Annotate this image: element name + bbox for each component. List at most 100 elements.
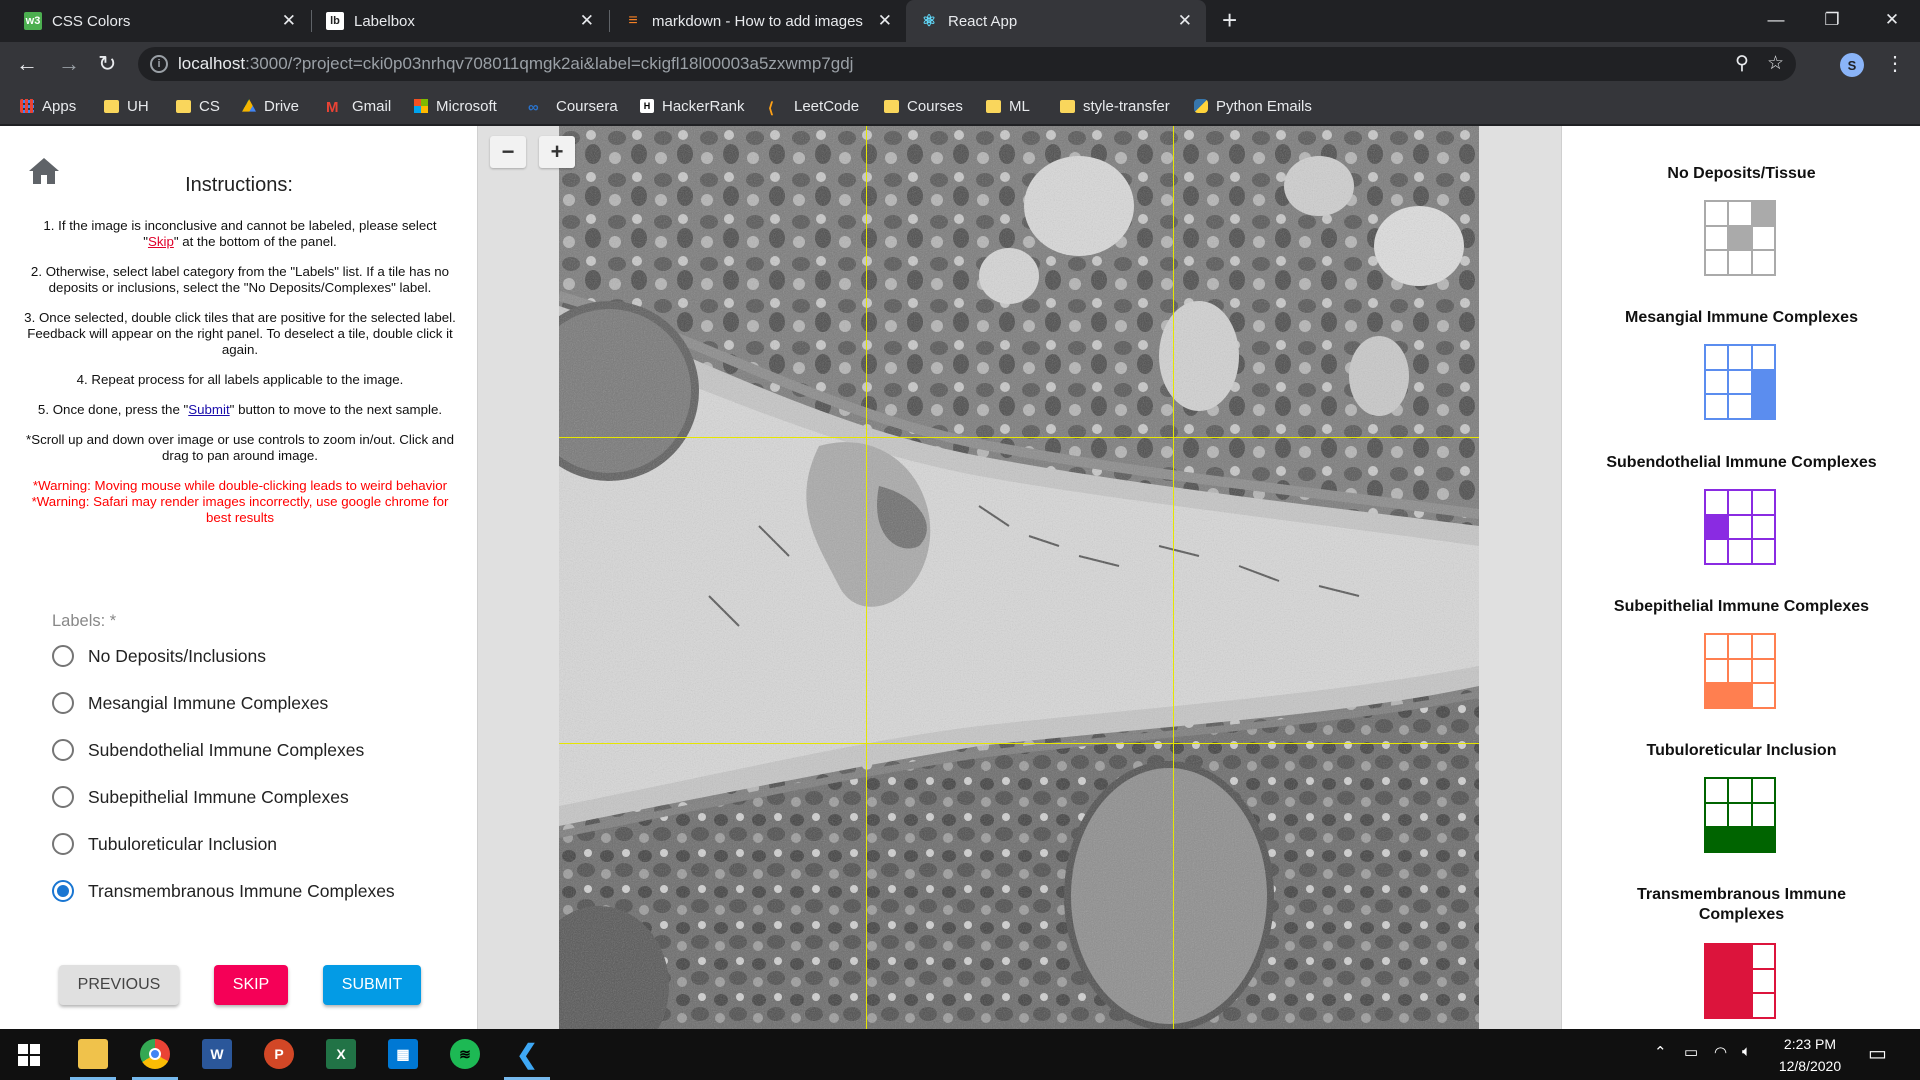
tile-cell bbox=[1729, 251, 1751, 274]
tab-labelbox[interactable]: lb Labelbox ✕ bbox=[312, 0, 608, 42]
tile-cell bbox=[1706, 346, 1728, 369]
windows-taskbar: W P X ▦ ≋ ❮ ⌃ ▭ ◠ 🔈︎ 2:23 PM 12/8/2020 ▭ bbox=[0, 1029, 1920, 1080]
label-option-subendothelial[interactable]: Subendothelial Immune Complexes bbox=[52, 735, 364, 765]
tile-cell bbox=[1752, 540, 1774, 563]
store-icon[interactable]: ▦ bbox=[388, 1039, 418, 1069]
chrome-icon[interactable] bbox=[140, 1039, 170, 1069]
instructions-title: Instructions: bbox=[185, 174, 293, 196]
new-tab-icon[interactable]: + bbox=[1222, 5, 1237, 35]
tile-cell bbox=[1729, 779, 1751, 802]
tile-cell bbox=[1706, 540, 1728, 563]
react-icon: ⚛ bbox=[921, 13, 937, 30]
zoom-in-button[interactable]: + bbox=[539, 136, 575, 168]
wifi-icon[interactable]: ◠ bbox=[1714, 1043, 1727, 1061]
tile-cell bbox=[1752, 659, 1774, 683]
bookmark-cs[interactable]: CS bbox=[176, 96, 220, 116]
radio-button[interactable] bbox=[52, 786, 74, 808]
tile-cell bbox=[1706, 828, 1728, 851]
bookmarks-bar: Apps UH CS Drive M Gmail Microsoft ∞ Cours… bbox=[0, 87, 1920, 125]
vscode-icon[interactable]: ❮ bbox=[512, 1039, 542, 1069]
radio-button[interactable] bbox=[52, 739, 74, 761]
tab-markdown[interactable]: ≡ markdown - How to add images ✕ bbox=[610, 0, 906, 42]
file-explorer-icon[interactable] bbox=[78, 1039, 108, 1069]
address-bar[interactable]: i localhost:3000/?project=cki0p03nrhqv70… bbox=[138, 47, 1796, 81]
label-option-tubuloreticular[interactable]: Tubuloreticular Inclusion bbox=[52, 829, 277, 859]
spotify-icon[interactable]: ≋ bbox=[450, 1039, 480, 1069]
system-clock[interactable]: 2:23 PM 12/8/2020 bbox=[1760, 1033, 1860, 1077]
volume-icon[interactable]: 🔈︎ bbox=[1742, 1043, 1751, 1060]
submit-link[interactable]: Submit bbox=[188, 402, 229, 417]
radio-button[interactable] bbox=[52, 692, 74, 714]
instruction-step-1: 1. If the image is inconclusive and cann… bbox=[43, 218, 437, 249]
folder-icon bbox=[176, 99, 191, 113]
profile-avatar[interactable]: S bbox=[1840, 53, 1864, 77]
label-option-mesangial[interactable]: Mesangial Immune Complexes bbox=[52, 688, 328, 718]
legend-mesangial: Mesangial Immune Complexes bbox=[1625, 309, 1858, 326]
radio-button[interactable] bbox=[52, 833, 74, 855]
tab-react-app[interactable]: ⚛ React App ✕ bbox=[906, 0, 1206, 42]
restore-icon[interactable]: ❐ bbox=[1806, 0, 1858, 40]
bookmark-gmail[interactable]: M Gmail bbox=[326, 96, 391, 117]
notifications-icon[interactable]: ▭ bbox=[1868, 1041, 1887, 1066]
bookmark-ml[interactable]: ML bbox=[986, 96, 1030, 116]
tile-cell bbox=[1729, 346, 1751, 369]
browser-tab-bar: w3 CSS Colors ✕ lb Labelbox ✕ ≡ markdown… bbox=[0, 0, 1920, 42]
legend-transmembranous: Transmembranous Immune Complexes bbox=[1637, 886, 1846, 923]
zoom-out-button[interactable]: − bbox=[490, 136, 526, 168]
image-viewer[interactable]: − + bbox=[479, 126, 1561, 1029]
skip-link[interactable]: Skip bbox=[148, 234, 174, 249]
zoom-magnifier-icon[interactable]: ⚲ bbox=[1735, 52, 1749, 75]
bookmark-style-transfer[interactable]: style-transfer bbox=[1060, 96, 1170, 116]
label-option-subepithelial[interactable]: Subepithelial Immune Complexes bbox=[52, 782, 349, 812]
bookmark-coursera[interactable]: ∞ Coursera bbox=[528, 96, 618, 117]
close-tab-icon[interactable]: ✕ bbox=[580, 11, 594, 31]
close-tab-icon[interactable]: ✕ bbox=[878, 11, 892, 31]
tile-map-tubuloreticular bbox=[1704, 777, 1776, 853]
minimize-icon[interactable]: — bbox=[1750, 0, 1802, 40]
excel-icon[interactable]: X bbox=[326, 1039, 356, 1069]
tile-cell bbox=[1729, 659, 1751, 683]
bookmark-hackerrank[interactable]: H HackerRank bbox=[640, 96, 745, 116]
previous-button[interactable]: PREVIOUS bbox=[59, 965, 179, 1005]
bookmark-apps[interactable]: Apps bbox=[20, 96, 76, 116]
tile-cell bbox=[1706, 803, 1728, 827]
label-option-transmembranous[interactable]: Transmembranous Immune Complexes bbox=[52, 876, 395, 906]
close-window-icon[interactable]: ✕ bbox=[1866, 0, 1918, 40]
windows-start-icon[interactable] bbox=[18, 1044, 40, 1066]
tile-cell bbox=[1752, 684, 1774, 707]
word-icon[interactable]: W bbox=[202, 1039, 232, 1069]
tile-grid-line bbox=[866, 126, 867, 1029]
gmail-icon: M bbox=[326, 99, 339, 116]
bookmark-drive[interactable]: Drive bbox=[242, 96, 299, 116]
tab-css-colors[interactable]: w3 CSS Colors ✕ bbox=[10, 0, 310, 42]
battery-icon[interactable]: ▭ bbox=[1684, 1043, 1698, 1061]
bookmark-star-icon[interactable]: ☆ bbox=[1767, 52, 1784, 75]
tile-cell bbox=[1729, 395, 1751, 418]
bookmark-courses[interactable]: Courses bbox=[884, 96, 963, 116]
browser-menu-icon[interactable]: ⋮ bbox=[1885, 51, 1905, 76]
bookmark-leetcode[interactable]: ⟨ LeetCode bbox=[768, 96, 859, 118]
radio-button[interactable] bbox=[52, 645, 74, 667]
instructions-list: 1. If the image is inconclusive and cann… bbox=[24, 218, 456, 526]
label-option-no-deposits[interactable]: No Deposits/Inclusions bbox=[52, 641, 266, 671]
close-tab-icon[interactable]: ✕ bbox=[282, 11, 296, 31]
radio-button-selected[interactable] bbox=[52, 880, 74, 902]
tile-cell bbox=[1706, 395, 1728, 418]
bookmark-microsoft[interactable]: Microsoft bbox=[414, 96, 497, 116]
tile-cell bbox=[1706, 202, 1728, 225]
instruction-step-3: 3. Once selected, double click tiles tha… bbox=[24, 310, 456, 357]
tray-chevron-icon[interactable]: ⌃ bbox=[1654, 1043, 1667, 1061]
reload-icon[interactable]: ↻ bbox=[98, 50, 116, 78]
bookmark-python-emails[interactable]: Python Emails bbox=[1194, 96, 1312, 116]
submit-button[interactable]: SUBMIT bbox=[323, 965, 421, 1005]
skip-button[interactable]: SKIP bbox=[214, 965, 288, 1005]
tile-cell bbox=[1706, 226, 1728, 250]
close-tab-icon[interactable]: ✕ bbox=[1178, 11, 1192, 31]
powerpoint-icon[interactable]: P bbox=[264, 1039, 294, 1069]
bookmark-uh[interactable]: UH bbox=[104, 96, 149, 116]
site-info-icon[interactable]: i bbox=[150, 55, 168, 73]
back-arrow-icon[interactable]: ← bbox=[16, 50, 38, 78]
microscopy-image[interactable] bbox=[559, 126, 1479, 1029]
tile-cell bbox=[1706, 684, 1728, 707]
forward-arrow-icon[interactable]: → bbox=[58, 50, 80, 78]
